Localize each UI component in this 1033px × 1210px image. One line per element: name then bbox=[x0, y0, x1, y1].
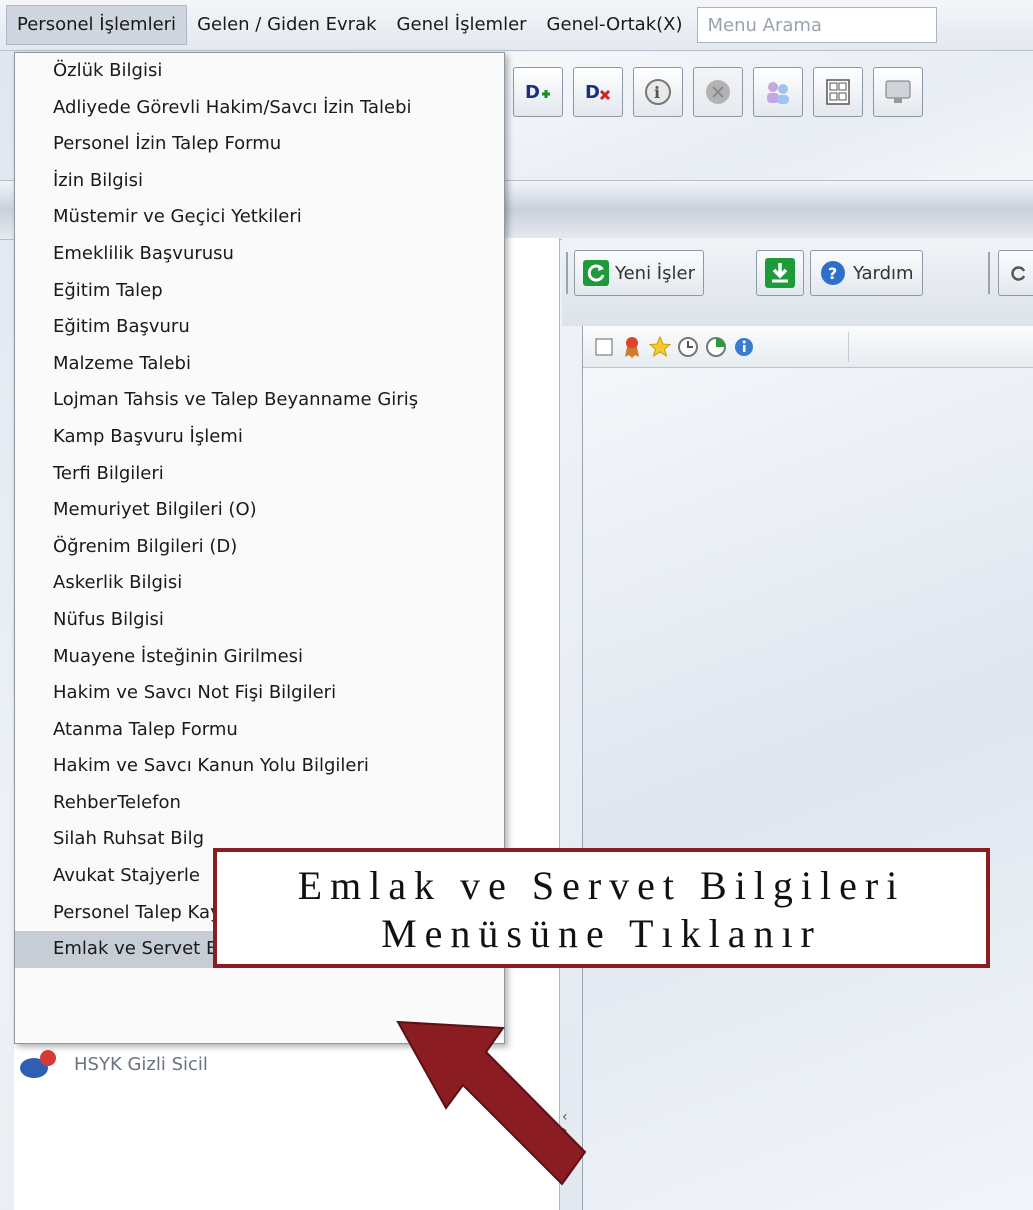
menu-item[interactable]: Özlük Bilgisi bbox=[15, 53, 504, 90]
clock-icon bbox=[677, 336, 699, 358]
menu-item[interactable]: Eğitim Başvuru bbox=[15, 309, 504, 346]
monitor-button[interactable] bbox=[873, 67, 923, 117]
svg-text:?: ? bbox=[828, 264, 837, 283]
refresh-icon bbox=[583, 260, 609, 286]
select-all-checkbox[interactable] bbox=[593, 336, 615, 358]
callout-line-1: Emlak ve Servet Bilgileri bbox=[297, 863, 906, 908]
stop-icon bbox=[706, 80, 730, 104]
callout-line-2: Menüsüne Tıklanır bbox=[381, 911, 822, 956]
users-icon bbox=[767, 82, 789, 104]
menu-personel-islemleri[interactable]: Personel İşlemleri bbox=[6, 5, 188, 45]
info-icon: i bbox=[645, 79, 671, 105]
menu-item[interactable]: Terfi Bilgileri bbox=[15, 456, 504, 493]
hsyk-label: HSYK Gizli Sicil bbox=[74, 1053, 208, 1075]
menu-item[interactable]: Lojman Tahsis ve Talep Beyanname Giriş bbox=[15, 382, 504, 419]
main-toolbar: D D i bbox=[505, 52, 1033, 180]
reload-icon bbox=[1011, 266, 1026, 281]
menu-item[interactable]: Müstemir ve Geçici Yetkileri bbox=[15, 199, 504, 236]
delete-document-icon: D bbox=[585, 82, 611, 103]
add-document-icon: D bbox=[525, 82, 550, 103]
help-button[interactable]: ? Yardım bbox=[810, 250, 923, 296]
delete-document-button[interactable]: D bbox=[573, 67, 623, 117]
new-jobs-label: Yeni İşler bbox=[615, 262, 695, 284]
menu-item[interactable]: Hakim ve Savcı Kanun Yolu Bilgileri bbox=[15, 748, 504, 785]
download-button[interactable] bbox=[756, 250, 804, 296]
users-button[interactable] bbox=[753, 67, 803, 117]
menu-item[interactable]: Öğrenim Bilgileri (D) bbox=[15, 529, 504, 566]
menu-item[interactable]: İzin Bilgisi bbox=[15, 163, 504, 200]
new-jobs-button[interactable]: Yeni İşler bbox=[574, 250, 704, 296]
partial-button[interactable] bbox=[998, 250, 1033, 296]
menu-item[interactable]: Kamp Başvuru İşlemi bbox=[15, 419, 504, 456]
menu-search-input[interactable]: Menu Arama bbox=[696, 7, 937, 43]
menu-item[interactable]: Personel İzin Talep Formu bbox=[15, 126, 504, 163]
svg-text:D: D bbox=[585, 82, 600, 103]
menu-item[interactable]: Memuriyet Bilgileri (O) bbox=[15, 492, 504, 529]
menu-genel-ortak[interactable]: Genel-Ortak(X) bbox=[537, 6, 693, 44]
menu-genel-islemler[interactable]: Genel İşlemler bbox=[387, 6, 537, 44]
menu-bar: Personel İşlemleri Gelen / Giden Evrak G… bbox=[0, 0, 1033, 51]
calculator-icon bbox=[826, 79, 850, 105]
menu-item[interactable]: Malzeme Talebi bbox=[15, 346, 504, 383]
svg-text:D: D bbox=[525, 82, 540, 103]
menu-item[interactable]: RehberTelefon bbox=[15, 785, 504, 822]
menu-item[interactable]: Askerlik Bilgisi bbox=[15, 565, 504, 602]
collapse-handle[interactable]: ‹ › bbox=[562, 1110, 568, 1138]
toolbar-separator bbox=[566, 252, 568, 294]
menu-gelen-giden-evrak[interactable]: Gelen / Giden Evrak bbox=[187, 6, 386, 44]
menu-item[interactable]: Eğitim Talep bbox=[15, 273, 504, 310]
menu-item[interactable]: Nüfus Bilgisi bbox=[15, 602, 504, 639]
download-icon bbox=[765, 258, 795, 288]
menu-item[interactable]: Hakim ve Savcı Not Fişi Bilgileri bbox=[15, 675, 504, 712]
menu-item[interactable]: Emeklilik Başvurusu bbox=[15, 236, 504, 273]
info-circle-icon bbox=[733, 336, 755, 358]
monitor-icon bbox=[885, 80, 911, 103]
ribbon-icon bbox=[621, 336, 643, 358]
secondary-toolbar: Yeni İşler ? Yardım bbox=[562, 238, 1033, 326]
star-icon bbox=[649, 335, 671, 358]
column-divider bbox=[848, 332, 849, 362]
instruction-callout: Emlak ve Servet Bilgileri Menüsüne Tıkla… bbox=[213, 848, 990, 968]
calculator-button[interactable] bbox=[813, 67, 863, 117]
grid-header bbox=[583, 326, 1033, 368]
add-document-button[interactable]: D bbox=[513, 67, 563, 117]
svg-text:i: i bbox=[654, 83, 660, 102]
stop-button[interactable] bbox=[693, 67, 743, 117]
jobs-grid bbox=[582, 326, 1033, 1210]
users-folder-icon bbox=[20, 1050, 56, 1078]
menu-item[interactable]: Adliyede Görevli Hakim/Savcı İzin Talebi bbox=[15, 90, 504, 127]
help-icon: ? bbox=[821, 261, 845, 285]
info-button[interactable]: i bbox=[633, 67, 683, 117]
tree-item-hsyk-gizli-sicil[interactable]: HSYK Gizli Sicil bbox=[18, 1048, 208, 1080]
help-label: Yardım bbox=[853, 262, 914, 284]
clock-progress-icon bbox=[705, 336, 727, 358]
menu-item[interactable]: Atanma Talep Formu bbox=[15, 712, 504, 749]
menu-item[interactable]: Muayene İsteğinin Girilmesi bbox=[15, 639, 504, 676]
toolbar-separator bbox=[988, 252, 990, 294]
